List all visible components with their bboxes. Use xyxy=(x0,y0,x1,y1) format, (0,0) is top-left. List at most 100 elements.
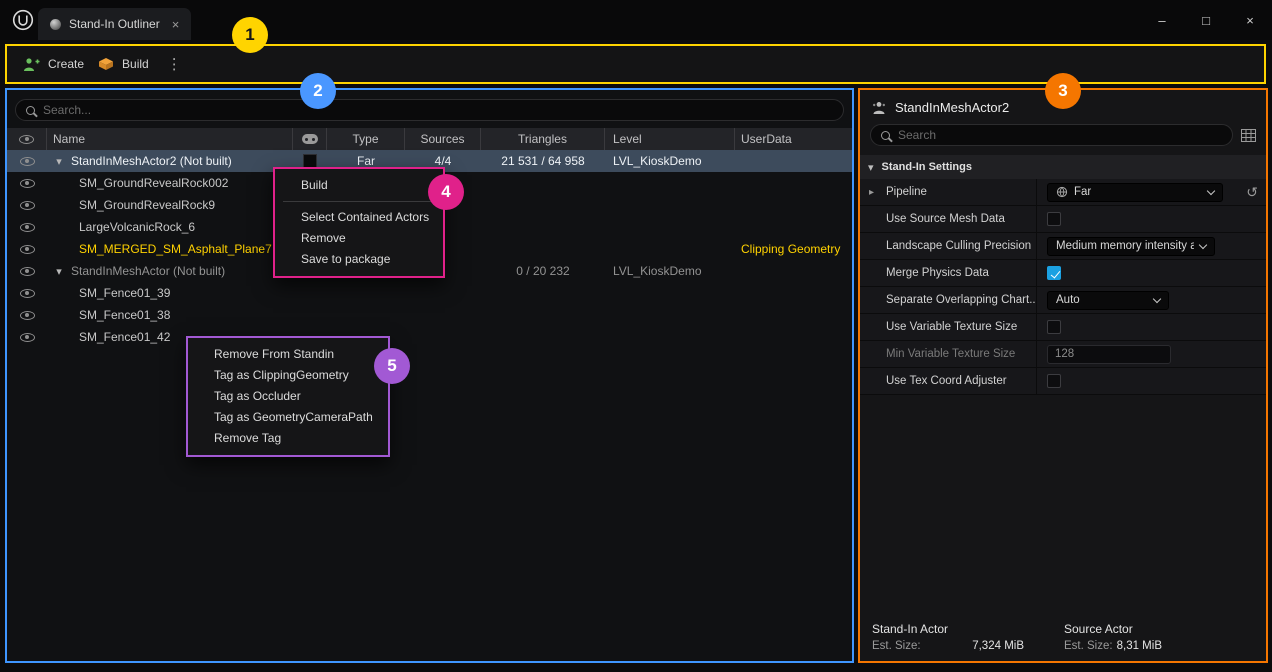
separate-overlapping-charts-dropdown[interactable]: Auto xyxy=(1047,291,1169,310)
visibility-toggle[interactable] xyxy=(7,260,47,282)
details-search-input[interactable] xyxy=(898,128,1222,142)
menu-item-select-contained-actors[interactable]: Select Contained Actors xyxy=(275,207,443,228)
outliner-row[interactable]: SM_Fence01_39 xyxy=(7,282,852,304)
gamepad-icon xyxy=(302,134,318,144)
maximize-button[interactable]: □ xyxy=(1184,0,1228,40)
merge-physics-data-checkbox[interactable] xyxy=(1047,266,1061,280)
use-tex-coord-adjuster-checkbox[interactable] xyxy=(1047,374,1061,388)
landscape-culling-precision-dropdown[interactable]: Medium memory intensity a xyxy=(1047,237,1215,256)
row-checkbox[interactable] xyxy=(303,154,317,168)
eye-icon xyxy=(20,245,35,254)
menu-item-save-to-package[interactable]: Save to package xyxy=(275,249,443,270)
min-variable-texture-size-input[interactable] xyxy=(1047,345,1171,364)
eye-icon xyxy=(20,223,35,232)
row-name: SM_MERGED_SM_Asphalt_Plane7 xyxy=(47,242,272,256)
reset-to-default-icon[interactable]: ↺ xyxy=(1246,185,1258,199)
column-header-type[interactable]: Type xyxy=(327,128,405,150)
property-row-use-tex-coord-adjuster: Use Tex Coord Adjuster xyxy=(860,368,1266,395)
property-label: Separate Overlapping Chart... xyxy=(886,294,1037,306)
details-title: StandInMeshActor2 xyxy=(895,100,1009,115)
visibility-toggle[interactable] xyxy=(7,172,47,194)
outliner-search xyxy=(15,99,844,121)
eye-icon xyxy=(20,267,35,276)
section-stand-in-settings[interactable]: Stand-In Settings xyxy=(860,155,1266,179)
unreal-logo-icon xyxy=(12,9,34,31)
visibility-toggle[interactable] xyxy=(7,150,47,172)
row-userdata: Clipping Geometry xyxy=(735,238,852,260)
row-name: SM_GroundRevealRock9 xyxy=(47,198,215,212)
menu-item-tag-geometrycamerapath[interactable]: Tag as GeometryCameraPath xyxy=(188,407,388,428)
property-row-separate-overlapping-charts: Separate Overlapping Chart... Auto xyxy=(860,287,1266,314)
callout-4: 4 xyxy=(428,174,464,210)
visibility-toggle[interactable] xyxy=(7,194,47,216)
property-label: Merge Physics Data xyxy=(886,267,989,279)
pipeline-dropdown[interactable]: Far xyxy=(1047,183,1223,202)
expand-arrow-icon[interactable] xyxy=(869,186,874,198)
visibility-toggle[interactable] xyxy=(7,326,47,348)
property-row-use-source-mesh-data: Use Source Mesh Data xyxy=(860,206,1266,233)
menu-item-tag-occluder[interactable]: Tag as Occluder xyxy=(188,386,388,407)
standin-actor-title: Stand-In Actor xyxy=(872,622,1052,636)
est-size-value: 8,31 MiB xyxy=(1117,640,1162,652)
close-button[interactable]: × xyxy=(1228,0,1272,40)
column-header-sources[interactable]: Sources xyxy=(405,128,481,150)
callout-2: 2 xyxy=(300,73,336,109)
use-source-mesh-data-checkbox[interactable] xyxy=(1047,212,1061,226)
property-label: Use Tex Coord Adjuster xyxy=(886,375,1007,387)
property-row-landscape-culling-precision: Landscape Culling Precision Medium memor… xyxy=(860,233,1266,260)
build-icon xyxy=(98,57,114,71)
menu-item-remove-tag[interactable]: Remove Tag xyxy=(188,428,388,449)
landscape-culling-precision-value: Medium memory intensity a xyxy=(1056,240,1194,252)
visibility-toggle[interactable] xyxy=(7,216,47,238)
build-button[interactable]: Build xyxy=(98,57,149,71)
tab-close-icon[interactable]: × xyxy=(168,17,180,32)
search-icon xyxy=(26,106,35,115)
row-name: SM_Fence01_38 xyxy=(47,308,170,322)
eye-icon xyxy=(20,201,35,210)
menu-item-tag-clippinggeometry[interactable]: Tag as ClippingGeometry xyxy=(188,365,388,386)
outliner-search-input[interactable] xyxy=(43,103,833,117)
row-triangles: 21 531 / 64 958 xyxy=(481,150,605,172)
context-menu-tag: Remove From Standin Tag as ClippingGeome… xyxy=(186,336,390,457)
eye-icon xyxy=(20,311,35,320)
outliner-row[interactable]: SM_Fence01_42 xyxy=(7,326,852,348)
callout-3: 3 xyxy=(1045,73,1081,109)
column-header-level[interactable]: Level xyxy=(605,128,735,150)
property-row-min-variable-texture-size: Min Variable Texture Size xyxy=(860,341,1266,368)
column-header-triangles[interactable]: Triangles xyxy=(481,128,605,150)
visibility-toggle[interactable] xyxy=(7,238,47,260)
source-actor-size: Source Actor Est. Size: 8,31 MiB xyxy=(1064,622,1244,652)
visibility-toggle[interactable] xyxy=(7,282,47,304)
create-button[interactable]: Create xyxy=(23,57,84,72)
tab-stand-in-outliner[interactable]: Stand-In Outliner × xyxy=(38,8,191,40)
property-row-use-variable-texture-size: Use Variable Texture Size xyxy=(860,314,1266,341)
menu-item-remove-from-standin[interactable]: Remove From Standin xyxy=(188,344,388,365)
grid-view-icon[interactable] xyxy=(1241,129,1256,142)
menu-item-remove[interactable]: Remove xyxy=(275,228,443,249)
column-header-userdata[interactable]: UserData xyxy=(735,128,852,150)
property-label: Use Source Mesh Data xyxy=(886,213,1005,225)
standin-actor-size: Stand-In Actor Est. Size: 7,324 MiB xyxy=(872,622,1052,652)
eye-icon xyxy=(20,333,35,342)
build-button-label: Build xyxy=(122,57,149,71)
menu-item-build[interactable]: Build xyxy=(275,175,443,196)
row-userdata xyxy=(735,150,852,172)
row-level: LVL_KioskDemo xyxy=(605,260,735,282)
menu-separator xyxy=(283,201,435,202)
expand-arrow-icon[interactable] xyxy=(54,155,64,168)
use-variable-texture-size-checkbox[interactable] xyxy=(1047,320,1061,334)
outliner-header-row: Name Type Sources Triangles Level UserDa… xyxy=(7,128,852,150)
minimize-button[interactable]: – xyxy=(1140,0,1184,40)
tab-icon xyxy=(50,19,61,30)
section-collapse-arrow-icon[interactable] xyxy=(868,161,874,174)
column-header-name[interactable]: Name xyxy=(47,128,293,150)
chevron-down-icon xyxy=(1199,240,1207,248)
outliner-row[interactable]: SM_Fence01_38 xyxy=(7,304,852,326)
expand-arrow-icon[interactable] xyxy=(54,265,64,278)
visibility-toggle[interactable] xyxy=(7,304,47,326)
create-button-label: Create xyxy=(48,57,84,71)
separate-overlapping-charts-value: Auto xyxy=(1056,294,1148,306)
eye-icon xyxy=(20,289,35,298)
toolbar-overflow-button[interactable]: ⋮ xyxy=(163,55,186,73)
details-panel: StandInMeshActor2 Stand-In Settings Pipe… xyxy=(858,88,1268,663)
